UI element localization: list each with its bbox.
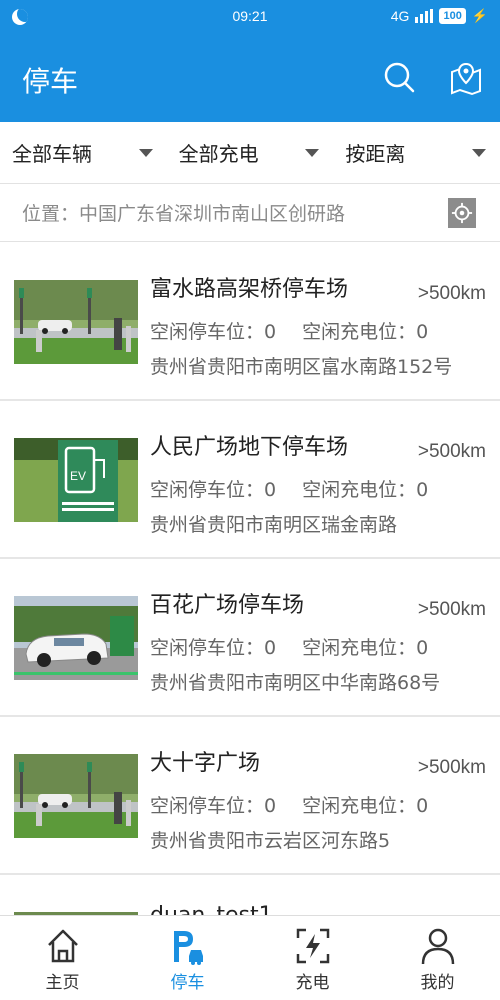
lot-availability: 空闲停车位：0 空闲充电位：0: [150, 791, 448, 818]
home-icon: [47, 929, 78, 963]
list-item[interactable]: 富水路高架桥停车场 >500km 空闲停车位：0 空闲充电位：0 贵州省贵阳市南…: [0, 243, 500, 401]
lot-availability: 空闲停车位：0 空闲充电位：0: [150, 475, 448, 502]
list-item[interactable]: 大十字广场 >500km 空闲停车位：0 空闲充电位：0 贵州省贵阳市云岩区河东…: [0, 717, 500, 875]
signal-icon: [415, 9, 434, 23]
lot-distance: >500km: [417, 441, 486, 462]
svg-text:EV: EV: [70, 469, 86, 483]
lot-name: 富水路高架桥停车场: [150, 277, 349, 302]
network-label: 4G: [390, 8, 410, 24]
list-item[interactable]: duan_test1: [0, 875, 500, 915]
lot-address: 贵州省贵阳市南明区富水南路152号: [150, 356, 453, 378]
tab-label: 主页: [45, 973, 80, 993]
lot-distance: >500km: [417, 283, 486, 304]
free-charging: 空闲充电位：0: [302, 479, 429, 501]
lot-name: 大十字广场: [150, 751, 261, 776]
lot-address: 贵州省贵阳市南明区瑞金南路: [150, 514, 398, 536]
status-bar: 09:21 4G 100 ⚡: [0, 0, 500, 34]
lot-thumbnail: [14, 596, 138, 680]
battery-icon: 100: [439, 8, 466, 24]
location-bar: 位置：中国广东省深圳市南山区创研路: [0, 184, 500, 242]
list-item[interactable]: 百花广场停车场 >500km 空闲停车位：0 空闲充电位：0 贵州省贵阳市南明区…: [0, 559, 500, 717]
lot-distance: >500km: [417, 757, 486, 778]
free-parking: 空闲停车位：0: [150, 321, 277, 343]
filter-vehicles[interactable]: 全部车辆: [0, 122, 167, 183]
parking-icon: [173, 931, 203, 965]
filter-charging[interactable]: 全部充电: [167, 122, 334, 183]
crosshair-icon: [451, 202, 473, 223]
map-pin-icon: [451, 62, 481, 96]
parking-list: 富水路高架桥停车场 >500km 空闲停车位：0 空闲充电位：0 贵州省贵阳市南…: [0, 243, 500, 915]
lot-name: 人民广场地下停车场: [150, 435, 349, 460]
caret-down-icon: [305, 148, 320, 157]
lot-distance: >500km: [417, 599, 486, 620]
tab-label: 停车: [170, 973, 205, 993]
lot-availability: 空闲停车位：0 空闲充电位：0: [150, 633, 448, 660]
caret-down-icon: [472, 148, 487, 157]
tab-label: 充电: [295, 973, 330, 993]
search-button[interactable]: [382, 60, 418, 96]
tab-home[interactable]: 主页: [0, 916, 125, 1000]
free-parking: 空闲停车位：0: [150, 637, 277, 659]
filter-label: 全部充电: [178, 142, 259, 166]
caret-down-icon: [138, 148, 153, 157]
user-icon: [421, 928, 454, 965]
charging-bolt-icon: ⚡: [471, 8, 488, 23]
page-title: 停车: [22, 65, 79, 98]
tab-charging[interactable]: 充电: [250, 916, 375, 1000]
free-parking: 空闲停车位：0: [150, 479, 277, 501]
lot-name: duan_test1: [150, 903, 273, 915]
status-indicators: 4G 100 ⚡: [391, 8, 488, 24]
tab-parking[interactable]: 停车: [125, 916, 250, 1000]
lot-thumbnail: EV: [14, 438, 138, 522]
filter-sort[interactable]: 按距离: [333, 122, 500, 183]
location-text: 位置：中国广东省深圳市南山区创研路: [22, 203, 346, 225]
charge-icon: [296, 928, 329, 964]
filter-bar: 全部车辆 全部充电 按距离: [0, 122, 500, 184]
lot-address: 贵州省贵阳市南明区中华南路68号: [150, 672, 441, 694]
free-charging: 空闲充电位：0: [302, 321, 429, 343]
lot-name: 百花广场停车场: [150, 593, 305, 618]
filter-label: 全部车辆: [12, 142, 92, 166]
free-parking: 空闲停车位：0: [150, 795, 277, 817]
lot-thumbnail: [14, 754, 138, 838]
lot-thumbnail: [14, 280, 138, 364]
lot-availability: 空闲停车位：0 空闲充电位：0: [150, 317, 448, 344]
lot-address: 贵州省贵阳市云岩区河东路5: [150, 830, 391, 852]
app-bar: 停车: [0, 34, 500, 122]
map-button[interactable]: [448, 60, 484, 96]
filter-label: 按距离: [345, 142, 406, 166]
tab-label: 我的: [420, 973, 455, 993]
list-item[interactable]: EV 人民广场地下停车场 >500km 空闲停车位：0 空闲充电位：0 贵州省贵…: [0, 401, 500, 559]
bottom-tab-bar: 主页 停车 充电 我的: [0, 915, 500, 1000]
free-charging: 空闲充电位：0: [302, 637, 429, 659]
free-charging: 空闲充电位：0: [302, 795, 429, 817]
tab-profile[interactable]: 我的: [375, 916, 500, 1000]
locate-button[interactable]: [448, 197, 476, 228]
search-icon: [384, 62, 415, 93]
